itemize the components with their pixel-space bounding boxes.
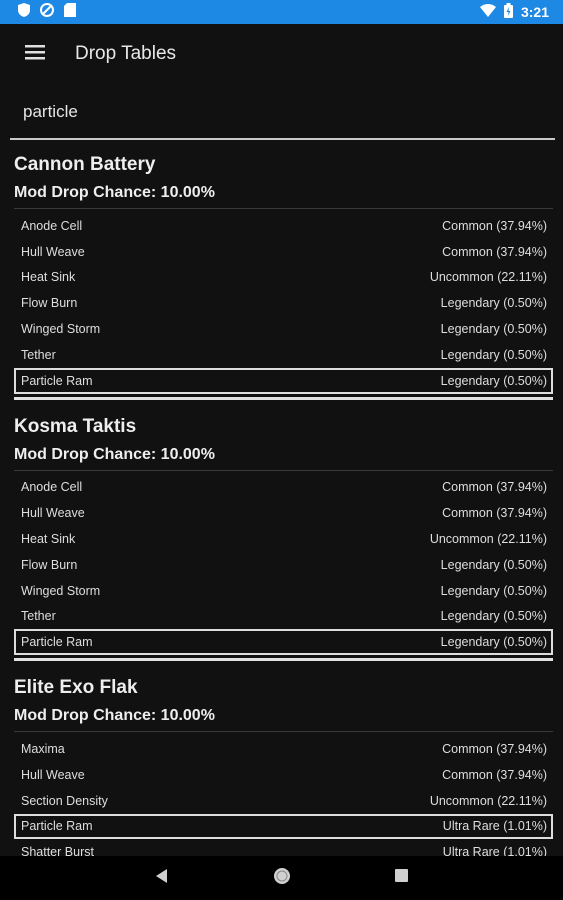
mod-drop-chance: Mod Drop Chance: 10.00% (14, 445, 215, 463)
divider (14, 731, 553, 733)
drop-row[interactable]: Tether Legendary (0.50%) (14, 342, 553, 368)
mod-rarity: Ultra Rare (1.01%) (442, 845, 547, 856)
mod-name: Winged Storm (21, 583, 101, 598)
search-area (0, 86, 563, 142)
drop-table-section: Elite Exo Flak Mod Drop Chance: 10.00% M… (0, 667, 563, 856)
drop-row[interactable]: Heat Sink Uncommon (22.11%) (14, 526, 553, 552)
section-divider (14, 396, 553, 400)
menu-icon (25, 44, 45, 65)
drop-table-section: Kosma Taktis Mod Drop Chance: 10.00% Ano… (0, 406, 563, 662)
app-bar: Drop Tables (0, 24, 563, 84)
mod-drop-chance: Mod Drop Chance: 10.00% (14, 184, 215, 201)
section-title: Cannon Battery (14, 154, 156, 175)
drop-row[interactable]: Tether Legendary (0.50%) (14, 604, 553, 630)
mod-rarity: Common (37.94%) (442, 218, 547, 233)
mod-name: Tether (21, 347, 56, 362)
drop-row[interactable]: Flow Burn Legendary (0.50%) (14, 290, 553, 316)
search-input[interactable] (10, 86, 555, 140)
drop-row[interactable]: Hull Weave Common (37.94%) (14, 239, 553, 265)
drop-row-highlighted[interactable]: Particle Ram Legendary (0.50%) (14, 629, 553, 656)
mod-name: Winged Storm (21, 322, 101, 337)
mod-rarity: Legendary (0.50%) (440, 347, 547, 362)
app-title: Drop Tables (75, 43, 177, 64)
section-divider (14, 658, 553, 662)
mod-name: Section Density (21, 793, 108, 808)
mod-rarity: Legendary (0.50%) (440, 609, 547, 624)
mod-rarity: Common (37.94%) (442, 742, 547, 757)
battery-icon (503, 3, 513, 21)
home-icon (273, 867, 291, 890)
drop-row[interactable]: Shatter Burst Ultra Rare (1.01%) (14, 839, 553, 856)
divider (14, 208, 553, 209)
mod-name: Maxima (21, 742, 65, 757)
mod-name: Particle Ram (21, 819, 93, 834)
mod-name: Hull Weave (21, 506, 85, 521)
mod-name: Flow Burn (21, 296, 78, 311)
navigation-bar (0, 856, 563, 900)
mod-name: Hull Weave (21, 767, 85, 782)
mod-name: Anode Cell (21, 480, 83, 495)
status-bar: 3:21 (0, 0, 563, 24)
mod-rarity: Uncommon (22.11%) (429, 793, 547, 808)
drop-row-highlighted[interactable]: Particle Ram Ultra Rare (1.01%) (14, 813, 553, 840)
mod-rarity: Uncommon (22.11%) (429, 532, 547, 547)
mod-rarity: Common (37.94%) (442, 480, 547, 495)
mod-rarity: Legendary (0.50%) (440, 296, 547, 311)
mod-rarity: Legendary (0.50%) (440, 583, 547, 598)
recents-button[interactable] (342, 856, 462, 900)
mod-rarity: Legendary (0.50%) (440, 322, 547, 337)
mod-name: Heat Sink (21, 270, 76, 285)
menu-button[interactable] (0, 24, 70, 84)
section-title: Elite Exo Flak (14, 677, 138, 699)
circle-slash-icon (40, 2, 54, 22)
drop-row[interactable]: Winged Storm Legendary (0.50%) (14, 578, 553, 604)
mod-rarity: Common (37.94%) (442, 244, 547, 259)
mod-rarity: Uncommon (22.11%) (429, 270, 547, 285)
drop-row[interactable]: Hull Weave Common (37.94%) (14, 500, 553, 526)
mod-name: Heat Sink (21, 532, 76, 547)
drop-row[interactable]: Winged Storm Legendary (0.50%) (14, 316, 553, 342)
mod-rarity: Legendary (0.50%) (440, 635, 547, 650)
mod-rarity: Ultra Rare (1.01%) (442, 819, 547, 834)
drop-row[interactable]: Hull Weave Common (37.94%) (14, 762, 553, 788)
mod-name: Hull Weave (21, 244, 85, 259)
divider (14, 469, 553, 471)
recents-icon (395, 869, 408, 887)
drop-row[interactable]: Anode Cell Common (37.94%) (14, 475, 553, 501)
mod-name: Tether (21, 609, 56, 624)
drop-row[interactable]: Maxima Common (37.94%) (14, 736, 553, 762)
home-button[interactable] (222, 856, 342, 900)
drop-row[interactable]: Anode Cell Common (37.94%) (14, 213, 553, 239)
drop-table-section: Cannon Battery Mod Drop Chance: 10.00% A… (0, 144, 563, 400)
mod-rarity: Common (37.94%) (442, 767, 547, 782)
drop-table-list[interactable]: Cannon Battery Mod Drop Chance: 10.00% A… (0, 144, 563, 856)
drop-row[interactable]: Heat Sink Uncommon (22.11%) (14, 265, 553, 291)
mod-name: Particle Ram (21, 373, 93, 388)
shield-icon (18, 2, 30, 22)
section-title: Kosma Taktis (14, 415, 137, 437)
mod-name: Anode Cell (21, 218, 83, 233)
mod-rarity: Legendary (0.50%) (440, 373, 547, 388)
clock: 3:21 (520, 4, 549, 20)
mod-rarity: Legendary (0.50%) (440, 557, 547, 572)
mod-drop-chance: Mod Drop Chance: 10.00% (14, 707, 215, 725)
mod-name: Flow Burn (21, 557, 78, 572)
drop-row[interactable]: Section Density Uncommon (22.11%) (14, 788, 553, 814)
back-icon (155, 868, 168, 888)
mod-name: Particle Ram (21, 635, 93, 650)
back-button[interactable] (102, 856, 222, 900)
sd-card-icon (64, 2, 76, 22)
wifi-icon (479, 4, 496, 20)
mod-rarity: Common (37.94%) (442, 506, 547, 521)
drop-row-highlighted[interactable]: Particle Ram Legendary (0.50%) (14, 367, 553, 394)
drop-row[interactable]: Flow Burn Legendary (0.50%) (14, 552, 553, 578)
mod-name: Shatter Burst (21, 845, 94, 856)
